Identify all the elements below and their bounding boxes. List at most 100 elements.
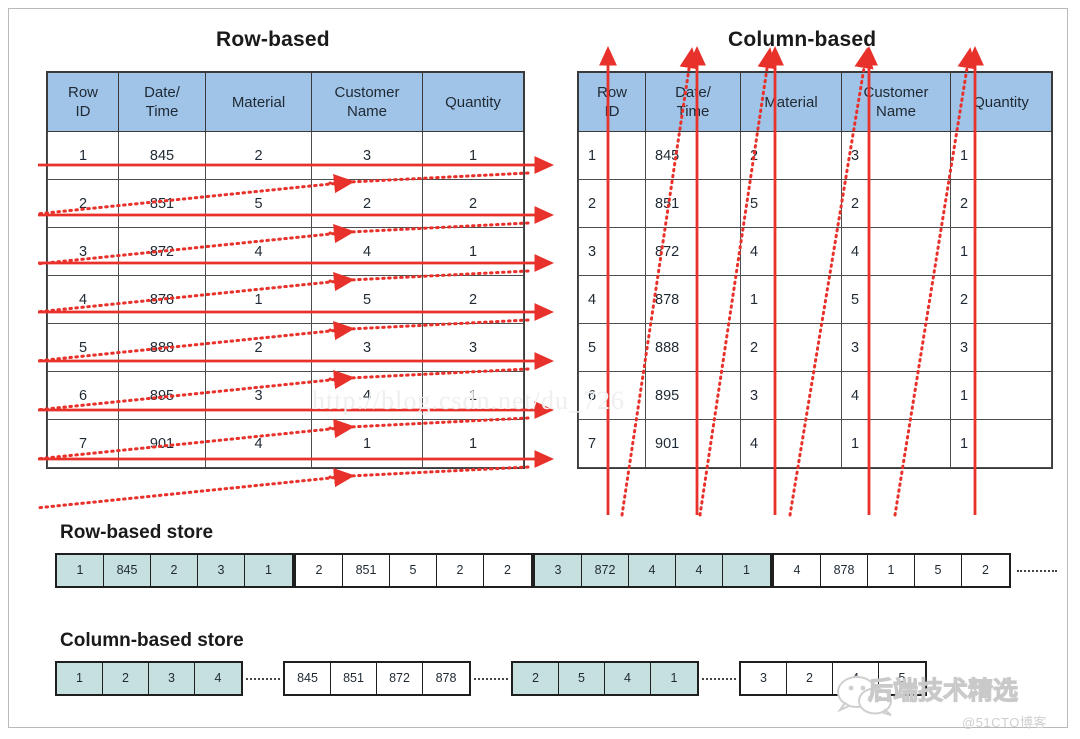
store-cell: 4 [629,555,676,586]
table-cell: 4 [205,227,312,276]
store-gap-dots [699,661,739,696]
table-cell: 5 [47,323,119,372]
store-cell: 845 [285,663,331,694]
table-cell: 845 [645,131,741,180]
table-cell: 4 [205,419,312,468]
table-cell: 2 [578,179,646,228]
store-cell: 5 [390,555,437,586]
table-cell: 3 [47,227,119,276]
column-based-store-title: Column-based store [60,630,244,651]
store-gap-dots [243,661,283,696]
table-cell: 5 [311,275,423,324]
column-based-table-body: 1 845 2 3 1 2 851 5 2 2 3 872 4 4 1 4 878 1 5 2 5 888 2 3 3 6 895 3… [578,131,1052,468]
store-cell: 4 [676,555,723,586]
table-row: 3 872 4 4 1 [47,227,524,276]
store-cell: 3 [149,663,195,694]
header-material: Material [205,72,312,132]
table-cell: 4 [578,275,646,324]
table-row: 7 901 4 1 1 [578,419,1052,468]
store-cell: 878 [423,663,469,694]
store-cell: 5 [559,663,605,694]
table-cell: 3 [841,131,951,180]
table-cell: 851 [645,179,741,228]
table-cell: 1 [311,419,423,468]
table-cell: 1 [841,419,951,468]
table-cell: 4 [311,227,423,276]
store-cell: 851 [331,663,377,694]
store-cell: 1 [245,555,292,586]
header-row-id: Row ID [578,72,646,132]
table-cell: 1 [422,419,524,468]
table-cell: 2 [950,179,1052,228]
table-cell: 2 [205,131,312,180]
store-cell: 3 [535,555,582,586]
row-based-title: Row-based [216,28,330,51]
table-cell: 4 [841,227,951,276]
table-cell: 3 [205,371,312,420]
table-cell: 901 [645,419,741,468]
store-group: 1234 [55,661,243,696]
store-cell: 1 [651,663,697,694]
table-cell: 2 [740,131,842,180]
table-row: 5 888 2 3 3 [47,323,524,372]
store-cell: 845 [104,555,151,586]
header-customer-name: Customer Name [841,72,951,132]
table-row: 2 851 5 2 2 [578,179,1052,228]
store-cell: 1 [57,663,103,694]
table-row: 3 872 4 4 1 [578,227,1052,276]
header-date-time: Date/ Time [645,72,741,132]
store-continuation-dots [1011,553,1061,588]
table-cell: 3 [578,227,646,276]
table-cell: 1 [205,275,312,324]
store-cell: 2 [151,555,198,586]
table-cell: 4 [47,275,119,324]
table-cell: 5 [740,179,842,228]
store-cell: 851 [343,555,390,586]
watermark-site: @51CTO博客 [962,715,1047,730]
table-cell: 895 [645,371,741,420]
table-cell: 5 [841,275,951,324]
table-cell: 878 [645,275,741,324]
row-based-store-strip: 1 845 2 3 1 2 851 5 2 2 3 872 4 4 1 4 878 1 5 2 [55,553,1061,588]
store-group: 3 872 4 4 1 [533,553,772,588]
store-cell: 1 [868,555,915,586]
table-cell: 1 [950,227,1052,276]
watermark-wechat: 后端技术精选 [867,677,1019,706]
table-cell: 845 [118,131,206,180]
column-based-title: Column-based [728,28,877,51]
table-cell: 901 [118,419,206,468]
table-cell: 3 [740,371,842,420]
store-cell: 872 [377,663,423,694]
table-cell: 872 [118,227,206,276]
row-based-store-title: Row-based store [60,522,214,543]
table-row: 4 878 1 5 2 [578,275,1052,324]
table-row: 7 901 4 1 1 [47,419,524,468]
table-cell: 5 [578,323,646,372]
header-quantity: Quantity [422,72,524,132]
table-cell: 1 [578,131,646,180]
store-group: 845 851 872 878 [283,661,471,696]
table-cell: 851 [118,179,206,228]
column-based-table: Row ID Date/ Time Material Customer Name… [578,72,1052,468]
table-row: 6 895 3 4 1 [578,371,1052,420]
header-material: Material [740,72,842,132]
store-cell: 2 [296,555,343,586]
table-cell: 2 [311,179,423,228]
table-row: 5 888 2 3 3 [578,323,1052,372]
store-cell: 878 [821,555,868,586]
table-header-row: Row ID Date/ Time Material Customer Name… [47,72,524,132]
store-cell: 2 [962,555,1009,586]
table-cell: 888 [118,323,206,372]
table-cell: 1 [47,131,119,180]
header-quantity: Quantity [950,72,1052,132]
table-cell: 2 [950,275,1052,324]
table-cell: 2 [841,179,951,228]
table-row: 1 845 2 3 1 [47,131,524,180]
store-cell: 872 [582,555,629,586]
table-cell: 7 [578,419,646,468]
row-based-table-body: 1 845 2 3 1 2 851 5 2 2 3 872 4 4 1 4 878 1 5 2 5 888 2 3 3 6 895 3… [47,131,524,468]
store-gap-dots [471,661,511,696]
header-date-time: Date/ Time [118,72,206,132]
watermark-url: http://blog.csdn.net/du_726 [312,386,625,415]
table-cell: 7 [47,419,119,468]
